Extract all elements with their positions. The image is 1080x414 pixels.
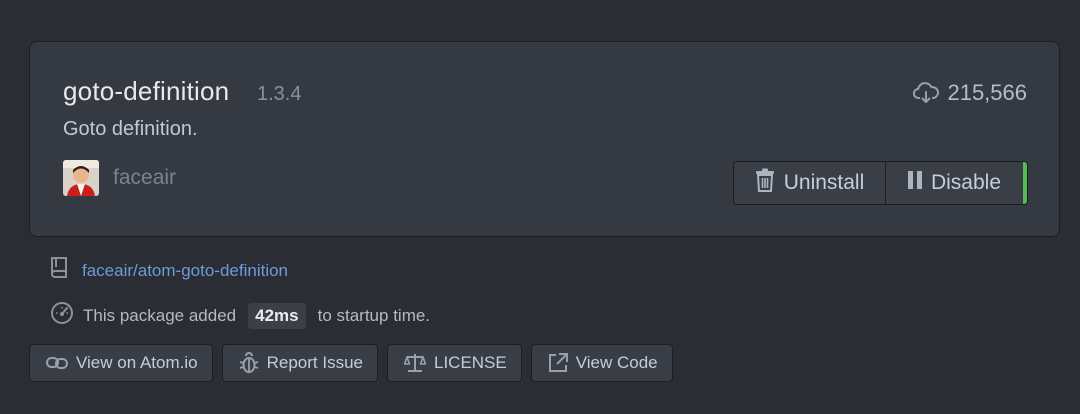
license-button[interactable]: LICENSE xyxy=(386,344,522,382)
download-count: 215,566 xyxy=(913,80,1027,106)
package-name[interactable]: goto-definition xyxy=(63,76,229,107)
repository-link[interactable]: faceair/atom-goto-definition xyxy=(82,261,288,281)
view-code-label: View Code xyxy=(575,353,658,372)
startup-value: 42ms xyxy=(248,302,306,329)
report-issue-button[interactable]: Report Issue xyxy=(221,344,378,382)
link-icon xyxy=(46,355,68,371)
package-version: 1.3.4 xyxy=(257,83,302,105)
author-name[interactable]: faceair xyxy=(113,166,176,190)
author[interactable]: faceair xyxy=(63,160,176,196)
uninstall-button[interactable]: Uninstall xyxy=(734,162,886,204)
bug-icon xyxy=(239,352,259,374)
view-on-atom-label: View on Atom.io xyxy=(76,353,198,372)
uninstall-label: Uninstall xyxy=(783,171,865,194)
trash-icon xyxy=(755,168,775,198)
disable-label: Disable xyxy=(930,171,1002,194)
book-icon xyxy=(50,256,69,285)
package-page: goto-definition 1.3.4 215,566 Goto defin… xyxy=(0,0,1080,414)
law-icon xyxy=(403,353,426,373)
license-label: LICENSE xyxy=(433,353,507,372)
startup-time: This package added 42ms to startup time. xyxy=(50,301,430,330)
disable-button[interactable]: Disable xyxy=(886,162,1027,204)
avatar[interactable] xyxy=(63,160,99,196)
package-card: goto-definition 1.3.4 215,566 Goto defin… xyxy=(29,41,1060,237)
package-description: Goto definition. xyxy=(63,118,198,140)
view-code-button[interactable]: View Code xyxy=(530,344,673,382)
download-count-value: 215,566 xyxy=(947,80,1027,105)
report-issue-label: Report Issue xyxy=(266,353,363,372)
external-link-icon xyxy=(548,353,568,373)
cloud-download-icon xyxy=(913,82,940,104)
startup-prefix: This package added xyxy=(83,305,237,325)
pause-icon xyxy=(907,171,922,195)
package-actions: Uninstall Disable xyxy=(733,161,1028,205)
startup-suffix: to startup time. xyxy=(317,305,431,325)
dashboard-icon xyxy=(50,301,74,330)
repository-row: faceair/atom-goto-definition xyxy=(50,256,288,285)
footer-buttons: View on Atom.io Report Issue LICENSE Vie… xyxy=(29,344,673,382)
view-on-atom-button[interactable]: View on Atom.io xyxy=(29,344,213,382)
